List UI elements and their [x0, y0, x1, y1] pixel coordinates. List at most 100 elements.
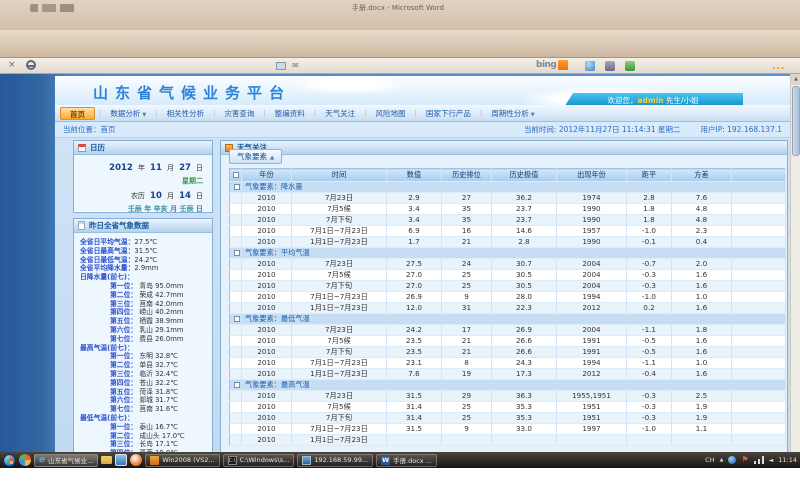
toolbar-overflow-icon[interactable]: ... — [772, 62, 785, 72]
nav-item-7[interactable]: 国家下行产品 — [417, 107, 480, 120]
cell: 31.5 — [387, 424, 442, 435]
cell: 2.9 — [387, 193, 442, 204]
page-scrollbar[interactable]: ▲ — [790, 74, 800, 452]
cell: 27.0 — [387, 270, 442, 281]
nav-item-4[interactable]: 整编资料 — [266, 107, 314, 120]
table-row[interactable]: 20107月23日27.52430.72004-0.72.0 — [230, 259, 786, 270]
addon-icon-3[interactable] — [625, 61, 635, 71]
bing-logo[interactable]: bing — [536, 60, 568, 70]
table-row[interactable]: 20107月23日2.92736.219742.87.6 — [230, 193, 786, 204]
bing-box-icon — [558, 60, 568, 70]
section-checkbox[interactable] — [234, 316, 240, 322]
cell: 30.5 — [492, 281, 557, 292]
table-row[interactable]: 20107月23日24.21726.92004-1.11.8 — [230, 325, 786, 336]
addon-icon-1[interactable] — [585, 61, 595, 71]
toolbar-close-icon[interactable]: × — [8, 60, 16, 70]
taskbar-button-vm[interactable]: Win2008 (VS2... — [145, 454, 219, 467]
network-globe-icon[interactable] — [728, 456, 736, 464]
rank-label: 第五位： — [110, 317, 137, 325]
language-indicator[interactable]: CH — [705, 456, 714, 464]
cell: 36.2 — [492, 193, 557, 204]
picture-icon[interactable] — [115, 454, 127, 466]
content-area: 日历 2012 年 11 月 27 日 星期二 农历 10 月 14 日 壬辰 … — [55, 138, 790, 452]
table-row[interactable]: 20107月23日31.52936.31955,1951-0.32.5 — [230, 391, 786, 402]
taskbar-button-word[interactable]: W手册.docx ... — [376, 454, 437, 467]
select-all-checkbox[interactable] — [233, 172, 239, 178]
nav-item-0[interactable]: 首页 — [60, 107, 95, 120]
table-row[interactable]: 20101月1日~7月23日 — [230, 435, 786, 446]
table-row[interactable]: 20107月5候23.52126.61991-0.51.6 — [230, 336, 786, 347]
section-checkbox[interactable] — [234, 184, 240, 190]
cell: 1991 — [557, 336, 627, 347]
taskbar-clock[interactable]: 11:14 — [778, 456, 797, 464]
cell: 1.7 — [387, 237, 442, 248]
table-row[interactable]: 20101月1日~7月23日12.03122.320120.21.6 — [230, 303, 786, 314]
start-button[interactable] — [3, 454, 16, 467]
table-row[interactable]: 20107月1日~7月23日6.91614.61957-1.02.3 — [230, 226, 786, 237]
cell — [557, 435, 627, 446]
stat-value: 27.5℃ — [134, 238, 157, 246]
table-row[interactable]: 20107月下旬27.02530.52004-0.31.6 — [230, 281, 786, 292]
cell: 1990 — [557, 204, 627, 215]
nav-item-8[interactable]: 周期性分析▼ — [482, 107, 543, 120]
blocked-popup-icon[interactable] — [26, 60, 36, 70]
table-row[interactable]: 20107月5候27.02530.52004-0.31.6 — [230, 270, 786, 281]
media-player-icon[interactable] — [130, 454, 142, 466]
rank-value: 荣成 42.7mm — [137, 291, 183, 299]
table-row[interactable]: 20107月1日~7月23日26.9928.01994-1.01.0 — [230, 292, 786, 303]
table-row[interactable]: 20107月下旬23.52126.61991-0.51.6 — [230, 347, 786, 358]
cell-filler — [732, 358, 786, 369]
folder-icon[interactable] — [101, 456, 112, 464]
cell: 31.4 — [387, 402, 442, 413]
nav-item-1[interactable]: 数据分析▼ — [101, 107, 155, 120]
cell: 35 — [442, 204, 492, 215]
calendar-panel-header: 日历 — [74, 141, 212, 155]
speaker-icon[interactable]: ◄ — [769, 457, 774, 464]
cell: 2010 — [242, 435, 292, 446]
nav-item-2[interactable]: 相关性分析 — [158, 107, 214, 120]
network-signal-icon[interactable] — [754, 456, 764, 464]
cell: 25 — [442, 413, 492, 424]
table-row[interactable]: 20107月下旬31.42535.31951-0.31.9 — [230, 413, 786, 424]
addon-icon-2[interactable] — [605, 61, 615, 71]
action-center-flag-icon[interactable]: ⚑ — [741, 456, 748, 464]
section-checkbox[interactable] — [234, 250, 240, 256]
nav-item-label: 数据分析 — [110, 109, 140, 118]
taskbar-button-rdp[interactable]: 192.168.59.99... — [297, 454, 373, 467]
table-row[interactable]: 20101月1日~7月23日1.7212.81990-0.10.4 — [230, 237, 786, 248]
taskbar-button-ie[interactable]: e山东省气候业... — [34, 454, 98, 467]
rank-value: 泰山 16.7℃ — [137, 423, 178, 431]
column-header-1: 时间 — [292, 169, 387, 182]
section-checkbox-cell — [230, 248, 242, 259]
table-row[interactable]: 20107月5候31.42535.31951-0.31.9 — [230, 402, 786, 413]
element-filter-button[interactable]: 气象要素▲ — [229, 149, 282, 164]
nav-item-5[interactable]: 天气关注 — [316, 107, 364, 120]
cell: 1.8 — [627, 204, 672, 215]
table-row[interactable]: 20107月1日~7月23日23.1824.31994-1.11.0 — [230, 358, 786, 369]
pinned-app-icon[interactable] — [19, 454, 31, 466]
table-row[interactable]: 20101月1日~7月23日7.61917.32012-0.41.6 — [230, 369, 786, 380]
printer-icon[interactable] — [276, 62, 286, 70]
table-row[interactable]: 20107月5候3.43523.719901.84.8 — [230, 204, 786, 215]
nav-item-3[interactable]: 灾害查询 — [215, 107, 263, 120]
scrollbar-thumb[interactable] — [792, 86, 800, 156]
taskbar-button-cmd[interactable]: C:\C:\Windows\s... — [223, 454, 295, 467]
hidden-icons-arrow[interactable]: ▲ — [720, 457, 724, 463]
table-row[interactable]: 20107月下旬3.43523.719901.84.8 — [230, 215, 786, 226]
nav-item-6[interactable]: 风险地图 — [367, 107, 415, 120]
rank-label: 第三位： — [110, 440, 137, 448]
cell: 7月23日 — [292, 325, 387, 336]
stat-label: 全省日最高气温： — [80, 247, 134, 255]
rank-value: 崂山 40.2mm — [137, 308, 183, 316]
row-lead-cell — [230, 226, 242, 237]
scroll-up-icon[interactable]: ▲ — [791, 74, 800, 85]
mail-icon[interactable]: ✉ — [292, 61, 299, 70]
section-name: 气象要素：降水量 — [242, 182, 786, 193]
column-header-0: 年份 — [242, 169, 292, 182]
cell: 1957 — [557, 226, 627, 237]
cell: 2.0 — [672, 259, 732, 270]
table-row[interactable]: 20107月1日~7月23日31.5933.01997-1.01.1 — [230, 424, 786, 435]
section-checkbox[interactable] — [234, 382, 240, 388]
cell: 7月5候 — [292, 336, 387, 347]
section-name: 气象要素：最低气温 — [242, 314, 786, 325]
